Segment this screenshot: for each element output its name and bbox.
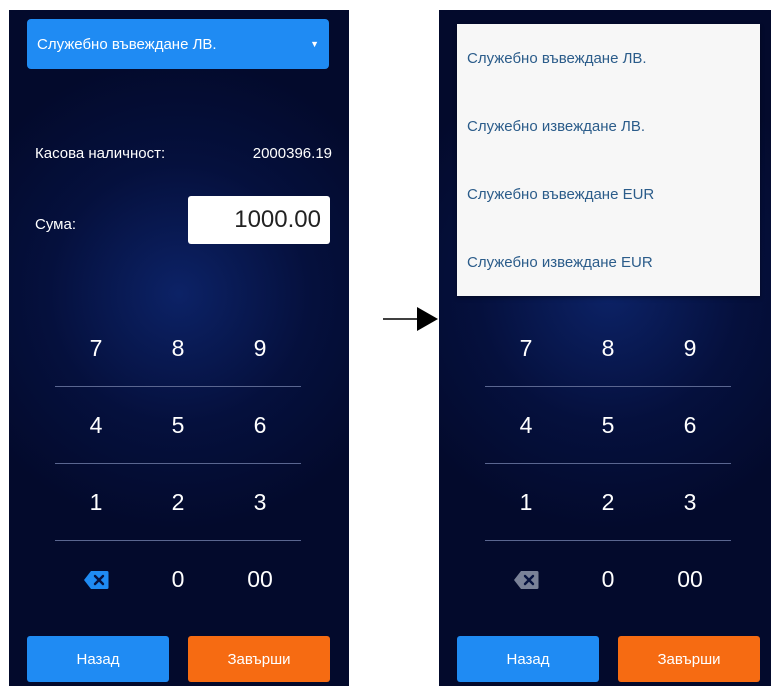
operation-type-selected: Служебно въвеждане ЛВ. [37, 35, 217, 53]
key-5[interactable]: 5 [567, 412, 649, 439]
key-0[interactable]: 0 [137, 566, 219, 593]
amount-input[interactable] [188, 196, 330, 244]
numeric-keypad: 7 8 9 4 5 6 1 2 3 0 00 [485, 310, 731, 617]
keypad-row: 4 5 6 [55, 387, 301, 464]
key-2[interactable]: 2 [137, 489, 219, 516]
finish-button[interactable]: Завърши [188, 636, 330, 682]
backspace-icon [84, 571, 109, 590]
key-5[interactable]: 5 [137, 412, 219, 439]
menu-item-deposit-bgn[interactable]: Служебно въвеждане ЛВ. [457, 24, 760, 92]
backspace-key[interactable] [55, 566, 137, 593]
keypad-row: 1 2 3 [485, 464, 731, 541]
key-1[interactable]: 1 [55, 489, 137, 516]
keypad-row: 7 8 9 [485, 310, 731, 387]
backspace-key[interactable] [485, 566, 567, 593]
backspace-icon [514, 571, 539, 590]
cash-balance-value: 2000396.19 [252, 145, 332, 162]
amount-label: Сума: [35, 216, 76, 233]
numeric-keypad: 7 8 9 4 5 6 1 2 3 0 00 [55, 310, 301, 617]
chevron-down-icon: ▼ [310, 39, 319, 49]
keypad-row: 7 8 9 [55, 310, 301, 387]
key-00[interactable]: 00 [219, 566, 301, 593]
keypad-row: 1 2 3 [55, 464, 301, 541]
operation-type-menu: Служебно въвеждане ЛВ. Служебно извеждан… [457, 24, 760, 296]
key-6[interactable]: 6 [649, 412, 731, 439]
keypad-row: 0 00 [55, 541, 301, 617]
cash-operation-screen: Служебно въвеждане ЛВ. ▼ Касова наличнос… [9, 10, 349, 686]
key-8[interactable]: 8 [567, 335, 649, 362]
key-2[interactable]: 2 [567, 489, 649, 516]
key-00[interactable]: 00 [649, 566, 731, 593]
finish-button[interactable]: Завърши [618, 636, 760, 682]
keypad-row: 0 00 [485, 541, 731, 617]
key-4[interactable]: 4 [55, 412, 137, 439]
menu-item-withdraw-bgn[interactable]: Служебно извеждане ЛВ. [457, 92, 760, 160]
cash-balance-label: Касова наличност: [35, 145, 166, 162]
key-3[interactable]: 3 [649, 489, 731, 516]
keypad-row: 4 5 6 [485, 387, 731, 464]
key-9[interactable]: 9 [649, 335, 731, 362]
menu-item-withdraw-eur[interactable]: Служебно извеждане EUR [457, 228, 760, 296]
back-button[interactable]: Назад [457, 636, 599, 682]
key-0[interactable]: 0 [567, 566, 649, 593]
key-9[interactable]: 9 [219, 335, 301, 362]
cash-operation-screen-menu-open: 7 8 9 4 5 6 1 2 3 0 00 Назад Завърши Слу… [439, 10, 771, 686]
operation-type-dropdown[interactable]: Служебно въвеждане ЛВ. ▼ [27, 19, 329, 69]
key-1[interactable]: 1 [485, 489, 567, 516]
key-7[interactable]: 7 [55, 335, 137, 362]
right-arrow-icon [383, 307, 438, 331]
key-7[interactable]: 7 [485, 335, 567, 362]
key-3[interactable]: 3 [219, 489, 301, 516]
key-8[interactable]: 8 [137, 335, 219, 362]
back-button[interactable]: Назад [27, 636, 169, 682]
key-4[interactable]: 4 [485, 412, 567, 439]
menu-item-deposit-eur[interactable]: Служебно въвеждане EUR [457, 160, 760, 228]
key-6[interactable]: 6 [219, 412, 301, 439]
